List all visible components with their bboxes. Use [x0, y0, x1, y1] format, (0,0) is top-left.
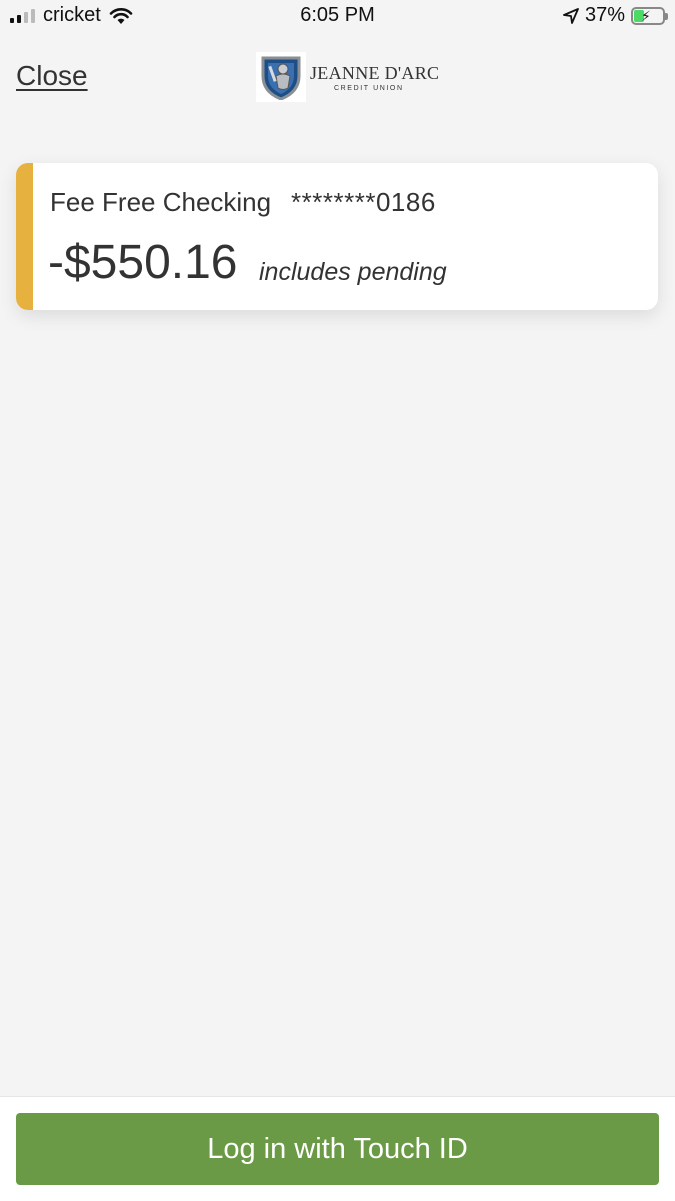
charging-bolt-icon: ⚡ [641, 7, 651, 24]
account-balance: -$550.16 [48, 236, 238, 289]
header: Close JEANNE D'ARC CREDIT UNION [0, 32, 675, 144]
close-button[interactable]: Close [16, 60, 88, 92]
status-bar: cricket 6:05 PM 37% ⚡ [0, 0, 675, 32]
status-right: 37% ⚡ [563, 4, 668, 27]
account-name: Fee Free Checking [50, 187, 272, 217]
touch-id-login-button[interactable]: Log in with Touch ID [16, 1113, 659, 1185]
balance-note: includes pending [259, 258, 447, 286]
location-arrow-icon [563, 7, 579, 24]
logo-text: JEANNE D'ARC CREDIT UNION [310, 63, 439, 92]
logo-subtitle: CREDIT UNION [334, 84, 404, 92]
credit-union-logo: JEANNE D'ARC CREDIT UNION [256, 52, 439, 102]
account-card[interactable]: Fee Free Checking ********0186 -$550.16 … [16, 163, 658, 310]
battery-percent: 37% [584, 4, 625, 26]
account-number: ********0186 [291, 187, 436, 217]
shield-knight-logo-icon [256, 52, 306, 102]
bottom-bar: Log in with Touch ID [0, 1096, 675, 1201]
card-accent-bar [16, 163, 33, 310]
logo-name: JEANNE D'ARC [310, 62, 440, 83]
battery-charging-icon: ⚡ [631, 6, 668, 25]
